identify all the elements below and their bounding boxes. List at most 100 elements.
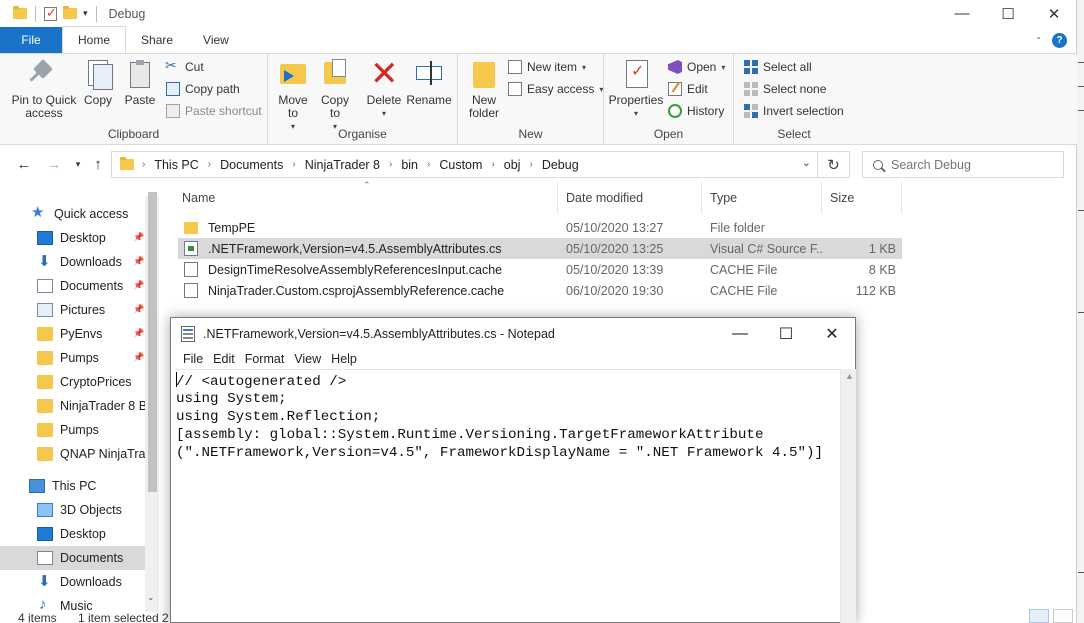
back-arrow-icon[interactable]: ←	[12, 152, 36, 176]
breadcrumb-separator[interactable]: ›	[427, 159, 430, 170]
nav-item-pictures[interactable]: Pictures 📌	[0, 298, 145, 322]
tab-view[interactable]: View	[188, 27, 244, 53]
history-button[interactable]: History	[668, 104, 724, 118]
close-button[interactable]: ✕	[1031, 0, 1077, 27]
notepad-titlebar[interactable]: .NETFramework,Version=v4.5.AssemblyAttri…	[171, 318, 855, 349]
nav-item-downloads-pc[interactable]: Downloads	[0, 570, 145, 594]
menu-help[interactable]: Help	[326, 352, 362, 366]
breadcrumb-ninjatrader-8[interactable]: NinjaTrader 8	[305, 158, 380, 172]
breadcrumb-separator[interactable]: ›	[292, 159, 295, 170]
nav-item-pumps-2[interactable]: Pumps	[0, 418, 145, 442]
refresh-icon[interactable]: ↻	[818, 151, 850, 178]
select-all-button[interactable]: Select all	[744, 60, 812, 74]
nav-item-qnap-ninjatrader[interactable]: QNAP NinjaTrad	[0, 442, 145, 466]
search-box[interactable]	[862, 151, 1064, 178]
search-input[interactable]	[891, 157, 1051, 172]
cut-button[interactable]: Cut	[165, 57, 204, 74]
delete-button[interactable]: ✕ Delete ▾	[366, 55, 402, 120]
breadcrumb-obj[interactable]: obj	[504, 158, 521, 172]
maximize-button[interactable]: ☐	[985, 0, 1031, 27]
nav-item-downloads[interactable]: Downloads 📌	[0, 250, 145, 274]
new-folder-button[interactable]: New folder	[466, 58, 502, 120]
details-view-icon[interactable]	[1029, 609, 1049, 623]
nav-item-desktop[interactable]: Desktop 📌	[0, 226, 145, 250]
explorer-titlebar[interactable]: ▾ Debug — ☐ ✕	[0, 0, 1077, 27]
nav-item-pumps[interactable]: Pumps 📌	[0, 346, 145, 370]
menu-format[interactable]: Format	[240, 352, 290, 366]
address-history-chevron-icon[interactable]: ⌄	[802, 156, 811, 169]
file-icon	[184, 262, 198, 277]
select-none-button[interactable]: Select none	[744, 82, 826, 96]
new-item-button[interactable]: New item ▾	[508, 60, 586, 74]
invert-selection-button[interactable]: Invert selection	[744, 104, 844, 118]
breadcrumb-documents[interactable]: Documents	[220, 158, 283, 172]
nav-item-documents[interactable]: Documents 📌	[0, 274, 145, 298]
large-icons-view-icon[interactable]	[1053, 609, 1073, 623]
scrollbar-thumb[interactable]	[148, 192, 157, 492]
help-icon[interactable]: ?	[1052, 32, 1067, 48]
maximize-button[interactable]: ☐	[763, 318, 809, 349]
nav-pane-scrollbar[interactable]: ▲ ⌄	[145, 192, 159, 612]
file-row[interactable]: TempPE 05/10/2020 13:27 File folder	[178, 217, 902, 238]
rename-button[interactable]: Rename	[406, 58, 452, 107]
copy-to-button[interactable]: Copy to ▾	[318, 58, 352, 133]
breadcrumb-this-pc[interactable]: This PC	[154, 158, 198, 172]
breadcrumb-bin[interactable]: bin	[401, 158, 418, 172]
scroll-up-icon[interactable]: ▲	[845, 371, 854, 381]
new-folder-icon[interactable]	[63, 6, 77, 19]
menu-file[interactable]: File	[178, 352, 208, 366]
breadcrumb-debug[interactable]: Debug	[542, 158, 579, 172]
nav-item-cryptoprices[interactable]: CryptoPrices	[0, 370, 145, 394]
up-arrow-icon[interactable]: ↑	[86, 152, 110, 176]
breadcrumb-separator[interactable]: ›	[491, 159, 494, 170]
column-header-type[interactable]: Type	[702, 182, 822, 214]
column-header-size[interactable]: Size	[822, 182, 902, 214]
notepad-vertical-scrollbar[interactable]: ▲	[840, 369, 856, 623]
open-button[interactable]: Open ▾	[668, 60, 725, 74]
collapse-ribbon-chevron-icon[interactable]: ⌃	[1035, 36, 1042, 45]
breadcrumb-separator[interactable]: ›	[142, 159, 145, 170]
minimize-button[interactable]: —	[939, 0, 985, 27]
tab-home[interactable]: Home	[62, 26, 127, 53]
pin-to-quick-access-button[interactable]: Pin to Quick access	[10, 58, 78, 120]
copy-path-button[interactable]: Copy path	[166, 82, 240, 96]
move-to-button[interactable]: Move to ▾	[276, 58, 310, 133]
nav-item-3d-objects[interactable]: 3D Objects	[0, 498, 145, 522]
breadcrumb-custom[interactable]: Custom	[439, 158, 482, 172]
paste-shortcut-button[interactable]: Paste shortcut	[166, 104, 262, 118]
select-all-icon	[744, 60, 758, 74]
copy-button[interactable]: Copy	[80, 58, 116, 107]
paste-button[interactable]: Paste	[122, 58, 158, 107]
close-button[interactable]: ✕	[809, 318, 855, 349]
forward-arrow-icon[interactable]: →	[42, 152, 66, 176]
ribbon-group-new: New folder New item ▾ Easy access ▾ New	[458, 54, 604, 145]
edit-button[interactable]: Edit	[668, 82, 708, 96]
address-bar[interactable]: › This PC › Documents › NinjaTrader 8 › bin…	[111, 151, 818, 178]
breadcrumb-separator[interactable]: ›	[529, 159, 532, 170]
file-row[interactable]: DesignTimeResolveAssemblyReferencesInput…	[178, 259, 902, 280]
navigation-pane[interactable]: Quick access Desktop 📌 Downloads 📌 Docum…	[0, 196, 160, 612]
properties-icon[interactable]	[44, 5, 57, 21]
breadcrumb-separator[interactable]: ›	[208, 159, 211, 170]
nav-item-pyenvs[interactable]: PyEnvs 📌	[0, 322, 145, 346]
tab-file[interactable]: File	[0, 27, 62, 53]
scroll-down-icon[interactable]: ⌄	[147, 592, 155, 603]
nav-item-ninjatrader-backup[interactable]: NinjaTrader 8 Ba	[0, 394, 145, 418]
nav-item-documents-pc[interactable]: Documents	[0, 546, 145, 570]
file-row[interactable]: NinjaTrader.Custom.csprojAssemblyReferen…	[178, 280, 902, 301]
properties-button[interactable]: Properties ▾	[608, 58, 664, 120]
nav-item-quick-access[interactable]: Quick access	[0, 202, 145, 226]
easy-access-button[interactable]: Easy access ▾	[508, 82, 603, 96]
customize-toolbar-chevron-icon[interactable]: ▾	[83, 8, 88, 19]
menu-edit[interactable]: Edit	[208, 352, 240, 366]
menu-view[interactable]: View	[289, 352, 326, 366]
file-row[interactable]: .NETFramework,Version=v4.5.AssemblyAttri…	[178, 238, 902, 259]
nav-item-desktop-pc[interactable]: Desktop	[0, 522, 145, 546]
breadcrumb-separator[interactable]: ›	[389, 159, 392, 170]
minimize-button[interactable]: —	[717, 318, 763, 349]
column-header-date[interactable]: Date modified	[558, 182, 702, 214]
column-header-name[interactable]: Name	[170, 182, 558, 214]
tab-share[interactable]: Share	[126, 27, 188, 53]
notepad-text-area[interactable]: // <autogenerated /> using System; using S…	[174, 369, 840, 623]
nav-item-this-pc[interactable]: This PC	[0, 474, 145, 498]
